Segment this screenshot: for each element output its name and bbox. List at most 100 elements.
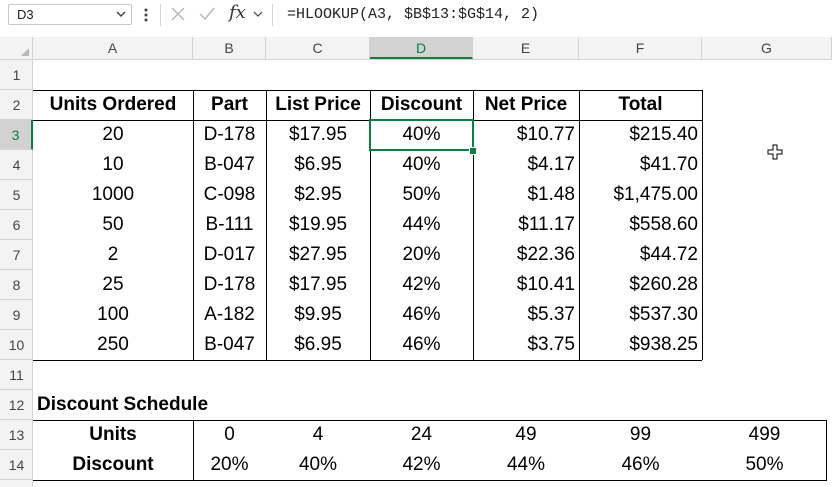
cell-total[interactable]: $537.30 — [579, 300, 702, 330]
schedule-units-label[interactable]: Units — [33, 420, 193, 450]
cell-net-price[interactable]: $4.17 — [473, 150, 579, 180]
cell-units-ordered[interactable]: 25 — [33, 270, 193, 300]
schedule-units-cell[interactable]: 49 — [473, 420, 579, 450]
cell-units-ordered[interactable]: 10 — [33, 150, 193, 180]
select-all-button[interactable] — [0, 37, 33, 59]
cell-net-price[interactable]: $3.75 — [473, 330, 579, 360]
cell-net-price[interactable]: $5.37 — [473, 300, 579, 330]
row-header[interactable]: 9 — [0, 300, 33, 330]
row-header[interactable]: 3 — [0, 120, 33, 150]
cell-list-price[interactable]: $27.95 — [266, 240, 370, 270]
cell-total[interactable]: $558.60 — [579, 210, 702, 240]
cell-list-price[interactable]: $19.95 — [266, 210, 370, 240]
header-cell-part[interactable]: Part — [193, 90, 266, 120]
cell-net-price[interactable]: $10.77 — [473, 120, 579, 150]
cell-net-price[interactable]: $1.48 — [473, 180, 579, 210]
schedule-units-cell[interactable]: 24 — [370, 420, 473, 450]
header-cell-total[interactable]: Total — [579, 90, 702, 120]
row-header[interactable]: 6 — [0, 210, 33, 240]
insert-function-button[interactable]: fx — [229, 2, 246, 23]
row-header[interactable]: 2 — [0, 90, 33, 120]
cell-discount[interactable]: 44% — [370, 210, 473, 240]
cell-list-price[interactable]: $17.95 — [266, 270, 370, 300]
cell-list-price[interactable]: $6.95 — [266, 150, 370, 180]
column-header-e[interactable]: E — [473, 37, 579, 59]
cell-discount[interactable]: 40% — [370, 150, 473, 180]
row-header[interactable]: 4 — [0, 150, 33, 180]
row-header[interactable]: 12 — [0, 390, 33, 420]
schedule-discount-cell[interactable]: 20% — [193, 450, 266, 480]
column-header-a[interactable]: A — [33, 37, 193, 59]
cell-net-price[interactable]: $22.36 — [473, 240, 579, 270]
row-header[interactable]: 10 — [0, 330, 33, 360]
cell-total[interactable]: $44.72 — [579, 240, 702, 270]
schedule-discount-cell[interactable]: 46% — [579, 450, 702, 480]
cell-net-price[interactable]: $10.41 — [473, 270, 579, 300]
row-header[interactable]: 7 — [0, 240, 33, 270]
row-header[interactable]: 8 — [0, 270, 33, 300]
cell-units-ordered[interactable]: 250 — [33, 330, 193, 360]
cell-part[interactable]: B-047 — [193, 330, 266, 360]
cell-total[interactable]: $41.70 — [579, 150, 702, 180]
cell-list-price[interactable]: $6.95 — [266, 330, 370, 360]
column-header-b[interactable]: B — [193, 37, 266, 59]
cell-part[interactable]: D-178 — [193, 120, 266, 150]
schedule-discount-cell[interactable]: 42% — [370, 450, 473, 480]
cell-total[interactable]: $938.25 — [579, 330, 702, 360]
column-header-d[interactable]: D — [370, 37, 473, 59]
row-header[interactable]: 1 — [0, 60, 33, 90]
more-options-icon[interactable] — [143, 6, 149, 24]
header-cell-list-price[interactable]: List Price — [266, 90, 370, 120]
row-header[interactable]: 14 — [0, 450, 33, 480]
column-header-c[interactable]: C — [266, 37, 370, 59]
cell-total[interactable]: $260.28 — [579, 270, 702, 300]
chevron-down-icon[interactable] — [253, 10, 263, 18]
cell-part[interactable]: A-182 — [193, 300, 266, 330]
cell-discount[interactable]: 46% — [370, 330, 473, 360]
row-header[interactable]: 5 — [0, 180, 33, 210]
header-cell-discount[interactable]: Discount — [370, 90, 473, 120]
cell-part[interactable]: B-111 — [193, 210, 266, 240]
worksheet-grid[interactable]: Units Ordered Part List Price Discount N… — [33, 60, 832, 487]
cell-part[interactable]: B-047 — [193, 150, 266, 180]
column-header-g[interactable]: G — [702, 37, 832, 59]
row-header[interactable]: 13 — [0, 420, 33, 450]
enter-check-icon[interactable] — [198, 6, 216, 22]
schedule-title[interactable]: Discount Schedule — [33, 390, 333, 420]
row-header[interactable]: 11 — [0, 360, 33, 390]
schedule-units-cell[interactable]: 0 — [193, 420, 266, 450]
schedule-discount-label[interactable]: Discount — [33, 450, 193, 480]
cell-part[interactable]: C-098 — [193, 180, 266, 210]
schedule-units-cell[interactable]: 99 — [579, 420, 702, 450]
cell-list-price[interactable]: $2.95 — [266, 180, 370, 210]
name-box[interactable]: D3 — [8, 4, 132, 25]
cancel-icon[interactable] — [170, 6, 186, 22]
cell-total[interactable]: $1,475.00 — [579, 180, 702, 210]
header-cell-net-price[interactable]: Net Price — [473, 90, 579, 120]
cell-list-price[interactable]: $17.95 — [266, 120, 370, 150]
schedule-discount-cell[interactable]: 44% — [473, 450, 579, 480]
header-cell-units-ordered[interactable]: Units Ordered — [33, 90, 193, 120]
cell-discount[interactable]: 46% — [370, 300, 473, 330]
cell-net-price[interactable]: $11.17 — [473, 210, 579, 240]
cell-discount[interactable]: 50% — [370, 180, 473, 210]
chevron-down-icon[interactable] — [115, 8, 127, 20]
cell-part[interactable]: D-178 — [193, 270, 266, 300]
cell-units-ordered[interactable]: 50 — [33, 210, 193, 240]
cell-units-ordered[interactable]: 2 — [33, 240, 193, 270]
cell-discount[interactable]: 42% — [370, 270, 473, 300]
cell-total[interactable]: $215.40 — [579, 120, 702, 150]
cell-units-ordered[interactable]: 20 — [33, 120, 193, 150]
cell-discount[interactable]: 20% — [370, 240, 473, 270]
schedule-discount-cell[interactable]: 50% — [702, 450, 827, 480]
schedule-discount-cell[interactable]: 40% — [266, 450, 370, 480]
cell-part[interactable]: D-017 — [193, 240, 266, 270]
cell-list-price[interactable]: $9.95 — [266, 300, 370, 330]
schedule-units-cell[interactable]: 4 — [266, 420, 370, 450]
cell-units-ordered[interactable]: 1000 — [33, 180, 193, 210]
formula-input[interactable]: =HLOOKUP(A3, $B$13:$G$14, 2) — [287, 6, 539, 23]
schedule-units-cell[interactable]: 499 — [702, 420, 827, 450]
cell-units-ordered[interactable]: 100 — [33, 300, 193, 330]
cell-discount[interactable]: 40% — [370, 120, 473, 150]
column-header-f[interactable]: F — [579, 37, 702, 59]
